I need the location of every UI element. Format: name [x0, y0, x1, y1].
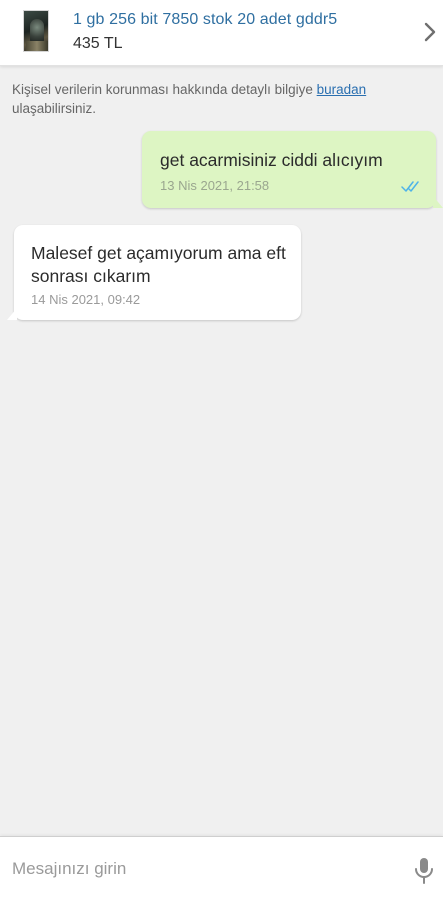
message-text: Malesef get açamıyorum ama eft sonrası c… — [31, 243, 286, 286]
outgoing-message-bubble[interactable]: get acarmisiniz ciddi alıcıyım 13 Nis 20… — [142, 131, 443, 208]
privacy-link[interactable]: buradan — [317, 82, 367, 97]
message-input[interactable] — [0, 837, 400, 900]
listing-thumbnail — [23, 10, 49, 52]
message-timestamp: 14 Nis 2021, 09:42 — [31, 292, 141, 307]
compose-bar — [0, 836, 443, 900]
message-timestamp: 13 Nis 2021, 21:58 — [160, 178, 270, 193]
chevron-right-icon[interactable] — [423, 20, 437, 44]
bubble-tail — [7, 308, 17, 320]
message-text: get acarmisiniz ciddi alıcıyım — [160, 150, 383, 170]
listing-header[interactable]: 1 gb 256 bit 7850 stok 20 adet gddr5 435… — [0, 0, 443, 66]
listing-price: 435 TL — [73, 35, 123, 52]
double-check-icon — [401, 181, 419, 192]
chat-screen: 1 gb 256 bit 7850 stok 20 adet gddr5 435… — [0, 0, 443, 900]
bubble-tail — [433, 196, 443, 208]
privacy-text-end: ulaşabilirsiniz. — [12, 101, 97, 116]
incoming-message-bubble[interactable]: Malesef get açamıyorum ama eft sonrası c… — [7, 225, 301, 320]
privacy-notice: Kişisel verilerin korunması hakkında det… — [12, 80, 432, 118]
privacy-text: Kişisel verilerin korunması hakkında det… — [12, 82, 317, 97]
microphone-icon[interactable] — [412, 857, 436, 885]
listing-title[interactable]: 1 gb 256 bit 7850 stok 20 adet gddr5 — [73, 11, 337, 29]
